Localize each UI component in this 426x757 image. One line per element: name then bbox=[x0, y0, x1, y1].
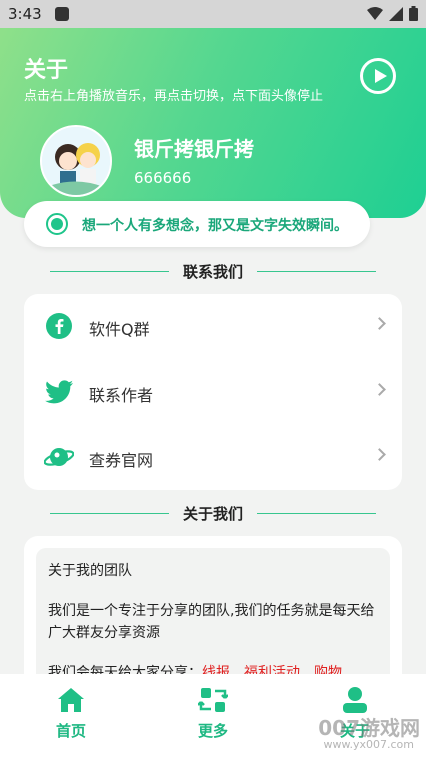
swap-icon bbox=[198, 688, 228, 712]
contact-item-label: 联系作者 bbox=[89, 386, 154, 405]
chevron-right-icon bbox=[373, 317, 386, 330]
site-watermark: 007游戏网 bbox=[318, 716, 420, 740]
contact-section-title: 联系我们 bbox=[183, 262, 244, 281]
chevron-right-icon bbox=[373, 383, 386, 396]
contact-section-heading: 联系我们 bbox=[50, 261, 377, 281]
twitter-icon bbox=[45, 380, 73, 404]
contact-item-label: 软件Q群 bbox=[89, 320, 150, 339]
about-team-heading: 关于我的团队 bbox=[48, 563, 132, 579]
play-music-button[interactable] bbox=[360, 58, 396, 94]
play-icon bbox=[375, 69, 387, 83]
status-icons bbox=[367, 6, 418, 21]
contact-item-author[interactable]: 联系作者 bbox=[24, 360, 402, 424]
tab-more[interactable]: 更多 bbox=[163, 686, 263, 741]
about-section-heading: 关于我们 bbox=[50, 503, 377, 523]
battery-icon bbox=[409, 6, 418, 21]
divider-line bbox=[50, 512, 169, 514]
about-card: 关于我的团队 我们是一个专注于分享的团队,我们的任务就是每天给广大群友分享资源 … bbox=[24, 536, 402, 696]
status-bar: 3:43 bbox=[0, 0, 426, 28]
status-time: 3:43 bbox=[8, 5, 42, 23]
contact-item-qq-group[interactable]: 软件Q群 bbox=[24, 294, 402, 358]
tab-label: 更多 bbox=[197, 722, 228, 740]
radio-dot-icon bbox=[46, 213, 68, 235]
about-team-description: 我们是一个专注于分享的团队,我们的任务就是每天给广大群友分享资源 bbox=[48, 603, 375, 641]
about-section-title: 关于我们 bbox=[183, 504, 244, 523]
user-icon bbox=[343, 687, 367, 713]
divider-line bbox=[257, 512, 377, 514]
facebook-icon bbox=[46, 313, 72, 339]
contact-item-coupon-site[interactable]: 查券官网 bbox=[24, 425, 402, 489]
site-watermark-url: www.yx007.com bbox=[323, 738, 414, 751]
wifi-icon bbox=[367, 6, 383, 20]
contact-item-label: 查券官网 bbox=[89, 451, 154, 470]
notification-icon bbox=[55, 7, 69, 21]
motto-text: 想一个人有多想念，那又是文字失效瞬间。 bbox=[82, 218, 348, 234]
signal-icon bbox=[389, 6, 403, 21]
home-icon bbox=[58, 688, 84, 712]
divider-line bbox=[257, 270, 377, 272]
tab-label: 首页 bbox=[55, 722, 86, 740]
planet-icon bbox=[44, 448, 74, 466]
chevron-right-icon bbox=[373, 448, 386, 461]
contact-list: 软件Q群 联系作者 查券官网 bbox=[24, 294, 402, 490]
tab-home[interactable]: 首页 bbox=[21, 686, 121, 741]
motto-banner: 想一个人有多想念，那又是文字失效瞬间。 bbox=[24, 201, 370, 247]
music-hint: 点击右上角播放音乐，再点击切换，点下面头像停止 bbox=[24, 89, 324, 104]
user-id: 666666 bbox=[134, 169, 192, 187]
page-title: 关于 bbox=[24, 58, 69, 83]
user-name: 银斤拷银斤拷 bbox=[134, 137, 254, 161]
avatar[interactable] bbox=[40, 125, 112, 197]
divider-line bbox=[50, 270, 169, 272]
